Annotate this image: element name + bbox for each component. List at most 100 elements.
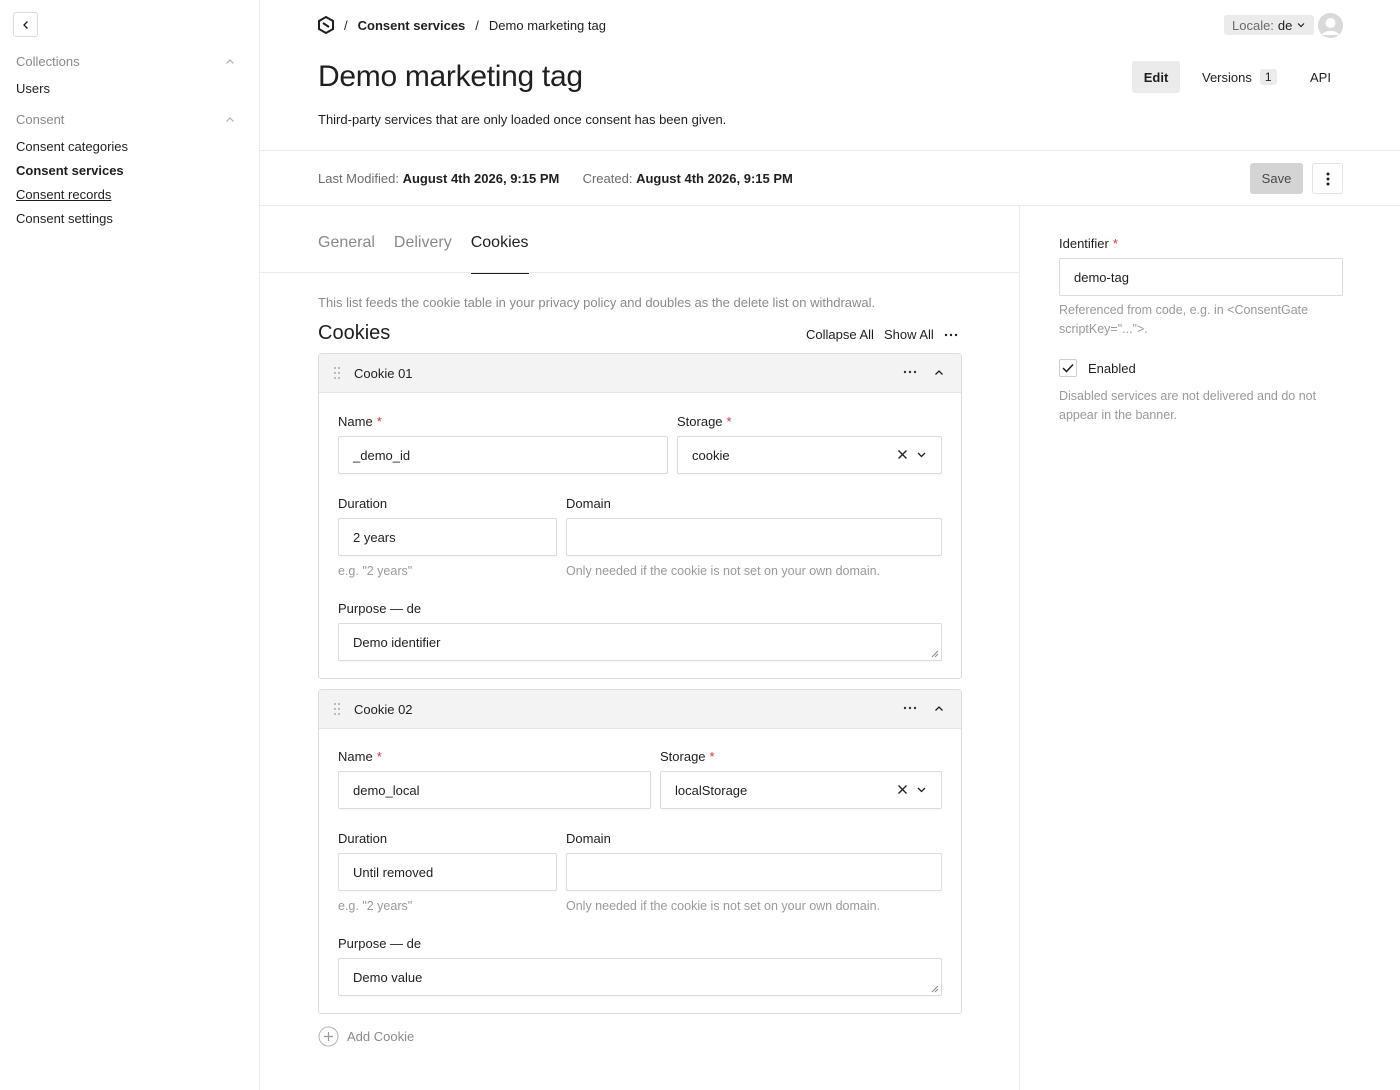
collapse-all-button[interactable]: Collapse All bbox=[806, 327, 874, 342]
created-value: August 4th 2026, 9:15 PM bbox=[636, 171, 793, 186]
sidebar-item-consent-settings[interactable]: Consent settings bbox=[16, 211, 113, 226]
domain-field[interactable] bbox=[566, 518, 942, 556]
cookie-header[interactable]: Cookie 01 bbox=[319, 354, 961, 393]
domain-field[interactable] bbox=[566, 853, 942, 891]
add-cookie-label: Add Cookie bbox=[347, 1029, 415, 1044]
enabled-checkbox[interactable] bbox=[1059, 359, 1077, 377]
sidebar-item-consent-services[interactable]: Consent services bbox=[16, 163, 124, 178]
cookie-header[interactable]: Cookie 02 bbox=[319, 690, 961, 729]
versions-count-badge: 1 bbox=[1259, 69, 1277, 85]
cookie-item: Cookie 01 Name * _demo_id Storage * cookie… bbox=[318, 353, 962, 679]
chevron-up-icon[interactable] bbox=[933, 703, 945, 715]
duration-field[interactable]: Until removed bbox=[338, 853, 557, 891]
cookie-title: Cookie 02 bbox=[354, 702, 413, 717]
breadcrumb-separator: / bbox=[475, 17, 479, 33]
breadcrumb-current: Demo marketing tag bbox=[488, 17, 606, 33]
cookies-section-actions: Collapse All Show All bbox=[806, 327, 958, 342]
back-button[interactable] bbox=[13, 12, 38, 37]
locale-label: Locale: bbox=[1232, 17, 1274, 33]
enabled-hint: Disabled services are not delivered and … bbox=[1059, 389, 1317, 422]
storage-select[interactable]: localStorage bbox=[660, 771, 942, 809]
more-actions-button[interactable] bbox=[1312, 163, 1343, 194]
domain-label: Domain bbox=[566, 496, 611, 511]
storage-label: Storage * bbox=[660, 749, 715, 764]
chevron-up-icon[interactable] bbox=[224, 56, 236, 68]
view-tab-api[interactable]: API bbox=[1310, 61, 1331, 93]
purpose-label: Purpose — de bbox=[338, 936, 422, 951]
view-tab-edit[interactable]: Edit bbox=[1132, 61, 1180, 93]
more-horizontal-icon[interactable] bbox=[903, 365, 917, 379]
name-field[interactable]: _demo_id bbox=[338, 436, 668, 474]
duration-label: Duration bbox=[338, 496, 388, 511]
add-cookie-button[interactable]: Add Cookie bbox=[318, 1026, 414, 1047]
identifier-label: Identifier * bbox=[1059, 236, 1118, 251]
duration-field[interactable]: 2 years bbox=[338, 518, 557, 556]
save-button[interactable]: Save bbox=[1250, 163, 1303, 194]
tabs-divider bbox=[260, 272, 1019, 273]
clear-icon[interactable] bbox=[897, 784, 908, 795]
page-title: Demo marketing tag bbox=[318, 60, 583, 93]
drag-handle-icon[interactable] bbox=[333, 702, 341, 716]
panel-divider bbox=[1019, 206, 1020, 1090]
duration-hint: e.g. "2 years" bbox=[338, 564, 413, 578]
name-label: Name * bbox=[338, 414, 382, 429]
purpose-textarea[interactable]: Demo identifier bbox=[338, 623, 942, 661]
nav-group-consent[interactable]: Consent bbox=[16, 112, 64, 127]
form-tabs: General Delivery Cookies bbox=[318, 234, 529, 274]
drag-handle-icon[interactable] bbox=[333, 366, 341, 380]
clear-icon[interactable] bbox=[897, 449, 908, 460]
purpose-textarea[interactable]: Demo value bbox=[338, 958, 942, 996]
more-horizontal-icon[interactable] bbox=[944, 333, 958, 337]
created-label: Created: bbox=[582, 171, 633, 186]
identifier-hint: Referenced from code, e.g. in <ConsentGa… bbox=[1059, 303, 1309, 336]
user-icon bbox=[1318, 13, 1343, 38]
chevron-up-icon[interactable] bbox=[933, 367, 945, 379]
page-description: Third-party services that are only loade… bbox=[318, 112, 727, 127]
view-tab-versions[interactable]: Versions 1 bbox=[1202, 61, 1277, 93]
nav-group-collections[interactable]: Collections bbox=[16, 54, 80, 69]
cookie-title: Cookie 01 bbox=[354, 366, 413, 381]
divider bbox=[260, 205, 1400, 206]
breadcrumb-separator: / bbox=[344, 17, 348, 33]
sidebar-item-consent-records[interactable]: Consent records bbox=[16, 187, 111, 202]
sidebar-item-consent-categories[interactable]: Consent categories bbox=[16, 139, 128, 154]
duration-label: Duration bbox=[338, 831, 388, 846]
resize-handle-icon[interactable] bbox=[931, 650, 939, 658]
chevron-down-icon bbox=[1297, 23, 1305, 28]
domain-hint: Only needed if the cookie is not set on … bbox=[566, 564, 881, 578]
breadcrumb: / Consent services / Demo marketing tag bbox=[318, 16, 606, 34]
cookies-note: This list feeds the cookie table in your… bbox=[318, 295, 876, 310]
resize-handle-icon[interactable] bbox=[931, 985, 939, 993]
logo-icon[interactable] bbox=[318, 16, 334, 34]
purpose-label: Purpose — de bbox=[338, 601, 422, 616]
more-horizontal-icon[interactable] bbox=[903, 701, 917, 715]
last-modified-label: Last Modified: bbox=[318, 171, 399, 186]
name-label: Name * bbox=[338, 749, 382, 764]
tab-delivery[interactable]: Delivery bbox=[394, 234, 452, 274]
divider bbox=[260, 150, 1400, 151]
locale-value: de bbox=[1277, 17, 1293, 33]
last-modified-value: August 4th 2026, 9:15 PM bbox=[402, 171, 560, 186]
storage-label: Storage * bbox=[677, 414, 732, 429]
storage-select[interactable]: cookie bbox=[677, 436, 942, 474]
cookies-section-title: Cookies bbox=[318, 322, 391, 344]
identifier-field[interactable]: demo-tag bbox=[1059, 258, 1343, 296]
tab-cookies[interactable]: Cookies bbox=[470, 234, 529, 274]
show-all-button[interactable]: Show All bbox=[884, 327, 934, 342]
chevron-up-icon[interactable] bbox=[224, 114, 236, 126]
duration-hint: e.g. "2 years" bbox=[338, 899, 413, 913]
name-field[interactable]: demo_local bbox=[338, 771, 651, 809]
plus-circle-icon bbox=[318, 1026, 339, 1047]
sidebar-item-users[interactable]: Users bbox=[16, 81, 50, 96]
domain-label: Domain bbox=[566, 831, 611, 846]
vertical-dots-icon bbox=[1326, 172, 1329, 185]
chevron-down-icon[interactable] bbox=[916, 449, 927, 460]
breadcrumb-consent-services[interactable]: Consent services bbox=[358, 18, 466, 33]
avatar[interactable] bbox=[1318, 13, 1343, 38]
enabled-label[interactable]: Enabled bbox=[1088, 361, 1136, 376]
tab-general[interactable]: General bbox=[318, 234, 375, 274]
locale-selector[interactable]: Locale: de bbox=[1224, 15, 1315, 35]
chevron-down-icon[interactable] bbox=[916, 784, 927, 795]
sidebar: Collections Users Consent Consent catego… bbox=[0, 0, 260, 1090]
domain-hint: Only needed if the cookie is not set on … bbox=[566, 899, 881, 913]
